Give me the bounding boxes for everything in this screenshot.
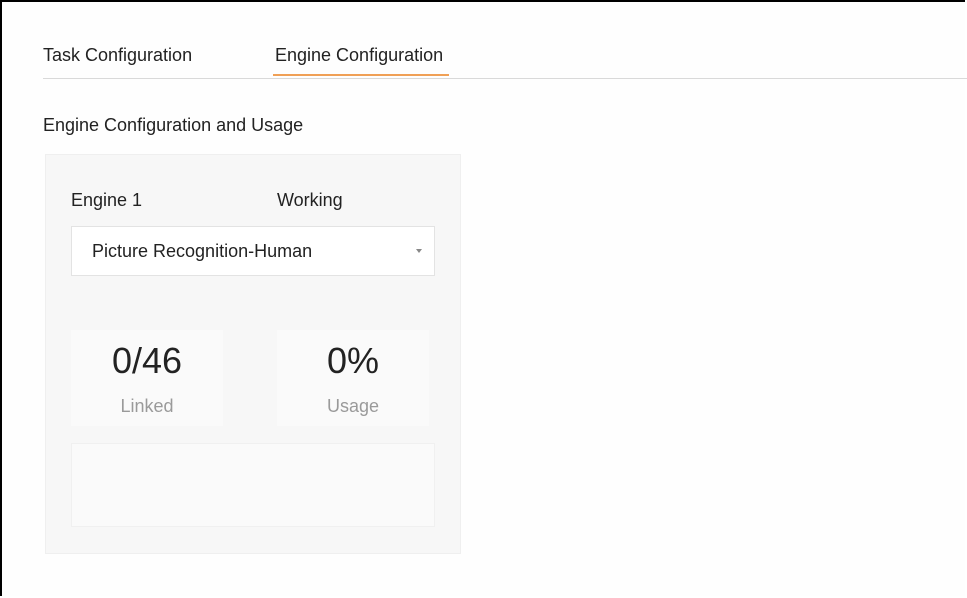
engine-status: Working bbox=[277, 190, 343, 210]
usage-stat: 0% Usage bbox=[277, 330, 429, 426]
engine-name: Engine 1 bbox=[71, 190, 143, 210]
engine-mode-select[interactable]: Picture Recognition-Human bbox=[71, 226, 435, 276]
linked-stat: 0/46 Linked bbox=[71, 330, 223, 426]
caret-down-icon[interactable] bbox=[416, 249, 422, 253]
usage-value: 0% bbox=[326, 340, 380, 381]
tab-engine-configuration[interactable]: Engine Configuration bbox=[272, 42, 450, 76]
linked-value: 0/46 bbox=[111, 340, 183, 381]
tab-bar: Task Configuration Engine Configuration bbox=[43, 42, 967, 79]
linked-label: Linked bbox=[120, 396, 174, 416]
section-title: Engine Configuration and Usage bbox=[43, 115, 304, 135]
usage-label: Usage bbox=[326, 396, 380, 416]
engine-card: Engine 1 Working Picture Recognition-Hum… bbox=[45, 154, 461, 554]
engine-details-panel bbox=[71, 443, 435, 527]
tab-task-configuration[interactable]: Task Configuration bbox=[43, 42, 192, 76]
engine-mode-value: Picture Recognition-Human bbox=[92, 241, 313, 261]
window-frame: Task Configuration Engine Configuration … bbox=[0, 0, 967, 596]
